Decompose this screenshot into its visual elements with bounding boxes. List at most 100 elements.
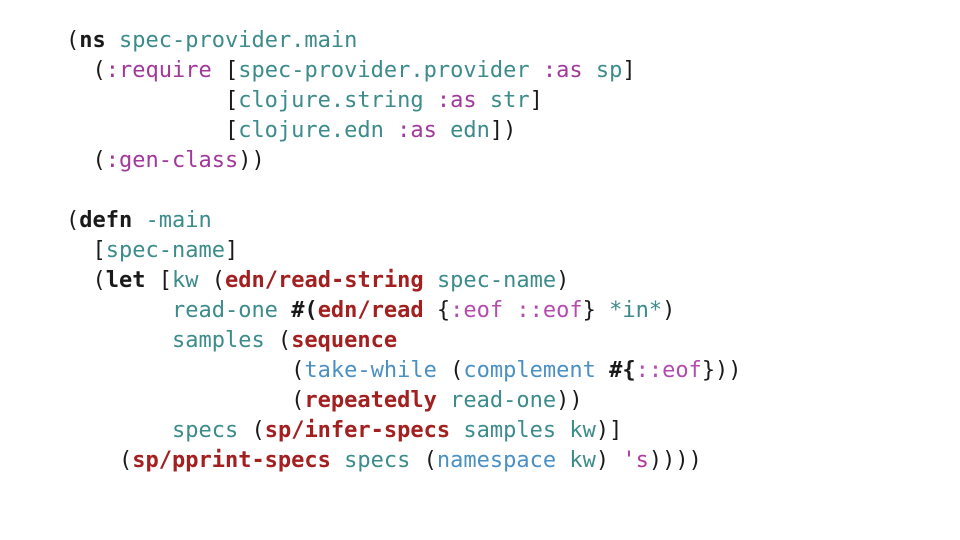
code-token-punct: (	[198, 268, 225, 293]
code-token-punct	[66, 298, 172, 323]
code-token-punct	[331, 448, 344, 473]
code-token-special: defn	[79, 208, 133, 233]
code-block[interactable]: (ns spec-provider.main (:require [spec-p…	[66, 26, 742, 476]
code-token-punct	[106, 28, 119, 53]
code-token-punct	[437, 388, 450, 413]
code-token-punct	[477, 88, 490, 113]
code-token-punct: (	[66, 208, 80, 233]
code-token-punct	[66, 328, 172, 353]
code-token-punct: ])	[489, 118, 517, 143]
code-line: [spec-name]	[66, 236, 742, 266]
code-token-punct: ]	[622, 58, 636, 83]
code-line: (take-while (complement #{::eof}))	[66, 356, 742, 386]
code-token-special: let	[105, 268, 146, 293]
code-line: [clojure.edn :as edn])	[66, 116, 742, 146]
code-token-sym: clojure.edn	[238, 118, 384, 143]
code-token-punct: (	[66, 268, 106, 293]
code-token-punct: (	[66, 28, 80, 53]
code-token-punct	[384, 118, 397, 143]
code-token-punct: ))))	[648, 448, 702, 473]
code-token-punct	[450, 418, 463, 443]
code-token-kwdata: ::eof	[635, 358, 702, 383]
code-token-punct	[278, 298, 291, 323]
code-token-sym: spec-provider.provider	[238, 58, 530, 83]
code-line: (sp/pprint-specs specs (namespace kw) 's…	[66, 446, 742, 476]
code-token-punct: [	[145, 268, 172, 293]
code-token-punct: ))	[556, 388, 583, 413]
code-token-kw: :as	[542, 58, 583, 83]
code-token-core: take-while	[304, 358, 437, 383]
code-token-punct: ]	[529, 88, 543, 113]
code-token-kw: :gen-class	[105, 148, 239, 173]
code-token-punct: }	[582, 298, 610, 323]
code-token-sym: *in*	[609, 298, 663, 323]
code-token-punct	[66, 418, 172, 443]
code-token-sym: spec-name	[105, 238, 225, 263]
code-token-punct: (	[410, 448, 437, 473]
code-line: (:require [spec-provider.provider :as sp…	[66, 56, 742, 86]
code-token-core: namespace	[436, 448, 557, 473]
code-token-sym: specs	[171, 418, 239, 443]
code-token-sym: kw	[569, 448, 596, 473]
code-token-punct	[556, 448, 569, 473]
code-token-punct: )	[595, 448, 623, 473]
code-token-fn: sequence	[291, 328, 398, 353]
code-token-punct	[437, 118, 450, 143]
code-token-fn: sp/infer-specs	[264, 418, 451, 443]
code-token-sym: spec-name	[436, 268, 557, 293]
code-token-sym: kw	[569, 418, 596, 443]
code-token-punct: (	[66, 148, 106, 173]
code-line: [clojure.string :as str]	[66, 86, 742, 116]
code-token-fn: repeatedly	[304, 388, 437, 413]
code-token-reader: #{	[609, 358, 636, 383]
code-token-punct: [	[211, 58, 239, 83]
code-token-kw: :as	[436, 88, 477, 113]
code-line: (let [kw (edn/read-string spec-name)	[66, 266, 742, 296]
code-token-quoted: 's	[622, 448, 649, 473]
code-token-fn: edn/read-string	[225, 268, 424, 293]
code-token-fn: sp/pprint-specs	[132, 448, 331, 473]
code-token-punct: ))	[238, 148, 265, 173]
code-token-kw: :require	[105, 58, 212, 83]
code-token-sym: clojure.string	[238, 88, 424, 113]
code-token-punct	[530, 58, 543, 83]
code-token-kwdata: ::eof	[516, 298, 583, 323]
code-token-punct: (	[66, 58, 106, 83]
code-token-sym: specs	[344, 448, 411, 473]
code-token-punct	[596, 358, 609, 383]
code-token-punct	[424, 88, 437, 113]
code-token-sym: str	[489, 88, 530, 113]
code-token-punct: (	[66, 358, 305, 383]
code-line: (:gen-class))	[66, 146, 742, 176]
code-token-sym: samples	[463, 418, 557, 443]
code-line: (defn -main	[66, 206, 742, 236]
code-token-sym: -main	[145, 208, 212, 233]
code-line: read-one #(edn/read {:eof ::eof} *in*)	[66, 296, 742, 326]
code-line: samples (sequence	[66, 326, 742, 356]
code-line: (ns spec-provider.main	[66, 26, 742, 56]
code-token-sym: edn	[450, 118, 490, 143]
code-token-punct	[503, 298, 516, 323]
code-token-punct: (	[66, 448, 133, 473]
code-line: (repeatedly read-one))	[66, 386, 742, 416]
code-token-punct: {	[423, 298, 451, 323]
code-token-punct: (	[238, 418, 265, 443]
code-token-sym: read-one	[171, 298, 278, 323]
code-token-punct	[132, 208, 145, 233]
code-token-reader: #(	[291, 298, 318, 323]
code-token-punct: [	[66, 118, 239, 143]
code-token-punct: (	[436, 358, 464, 383]
code-line: specs (sp/infer-specs samples kw)]	[66, 416, 742, 446]
code-token-core: complement	[463, 358, 596, 383]
code-token-punct	[556, 418, 569, 443]
code-token-punct: )]	[595, 418, 623, 443]
code-token-special: ns	[79, 28, 106, 53]
code-token-punct: ]	[224, 238, 239, 263]
code-token-sym: read-one	[450, 388, 557, 413]
code-token-punct: )	[662, 298, 676, 323]
code-token-punct	[583, 58, 596, 83]
code-token-sym: kw	[172, 268, 199, 293]
code-token-punct: }))	[701, 358, 742, 383]
code-token-kw: :as	[397, 118, 437, 143]
